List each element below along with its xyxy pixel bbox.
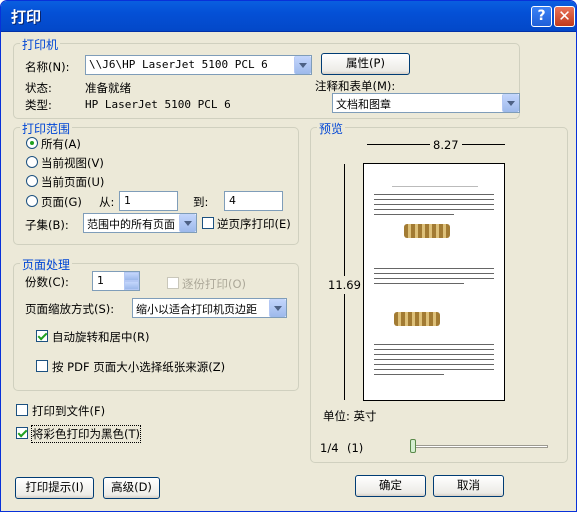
radio-all[interactable] [26,137,38,149]
subset-label: 子集(B): [25,218,69,232]
to-input[interactable]: 4 [224,191,283,211]
print-tips-button[interactable]: 打印提示(I) [15,477,94,499]
comments-select[interactable]: 文档和图章 [332,93,520,113]
type-value: HP LaserJet 5100 PCL 6 [85,98,231,111]
status-value: 准备就绪 [85,81,131,95]
reverse-checkbox[interactable] [202,217,214,229]
copies-label: 份数(C): [25,275,69,289]
radio-all-label: 所有(A) [41,137,81,151]
properties-button[interactable]: 属性(P) [321,53,410,75]
subset-value: 范围中的所有页面 [87,218,175,231]
page-slider-thumb[interactable] [410,439,416,453]
spin-down-icon[interactable] [124,281,139,290]
scaling-select[interactable]: 缩小以适合打印机页边距 [132,298,287,318]
from-label: 从: [99,195,115,209]
advanced-button[interactable]: 高级(D) [103,477,160,499]
type-label: 类型: [25,98,52,112]
reverse-label: 逆页序打印(E) [217,217,291,231]
radio-current-page[interactable] [26,175,38,187]
spin-up-icon[interactable] [124,272,139,281]
comments-value: 文档和图章 [336,98,391,111]
scaling-value: 缩小以适合打印机页边距 [136,303,257,316]
width-dimension: 8.27 [430,138,462,152]
scaling-label: 页面缩放方式(S): [25,302,115,316]
radio-current-page-label: 当前页面(U) [41,175,105,189]
chevron-down-icon[interactable] [179,214,196,232]
page-number: (1) [347,441,364,455]
print-black-checkbox[interactable] [16,427,28,439]
page-preview [363,163,505,401]
printer-name-value: \\J6\HP LaserJet 5100 PCL 6 [89,58,268,71]
pdf-page-size-label: 按 PDF 页面大小选择纸张来源(Z) [52,360,226,374]
chevron-down-icon[interactable] [294,56,311,74]
collate-checkbox[interactable] [167,277,179,289]
to-label: 到: [193,195,209,209]
print-to-file-label: 打印到文件(F) [32,404,106,418]
print-dialog: 打印 ? ✕ 打印机 名称(N): \\J6\HP LaserJet 5100 … [0,0,577,512]
radio-current-view[interactable] [26,156,38,168]
subset-select[interactable]: 范围中的所有页面 [83,213,197,233]
height-dimension: 11.69 [328,276,361,294]
printer-name-select[interactable]: \\J6\HP LaserJet 5100 PCL 6 [85,55,312,75]
print-black-label: 将彩色打印为黑色(T) [31,425,141,443]
auto-rotate-checkbox[interactable] [36,330,48,342]
radio-current-view-label: 当前视图(V) [41,156,104,170]
preview-label: 预览 [317,120,346,137]
thread-image-1 [404,224,450,238]
pdf-page-size-checkbox[interactable] [36,360,48,372]
printer-group-label: 打印机 [20,36,61,53]
title-bar: 打印 ? ✕ [1,1,576,32]
auto-rotate-label: 自动旋转和居中(R) [52,330,150,344]
dialog-title: 打印 [11,8,42,26]
print-range-label: 打印范围 [20,120,73,137]
ok-button[interactable]: 确定 [355,475,426,497]
chevron-down-icon[interactable] [269,299,286,317]
chevron-down-icon[interactable] [502,94,519,112]
radio-pages[interactable] [26,195,38,207]
help-button[interactable]: ? [531,6,552,27]
page-slider-track[interactable] [412,445,548,448]
page-info: 1/4 [320,441,339,455]
close-button[interactable]: ✕ [554,6,575,27]
thread-image-2 [394,312,440,326]
print-to-file-checkbox[interactable] [16,404,28,416]
comments-label: 注释和表单(M): [315,79,396,93]
radio-pages-label: 页面(G) [41,195,82,209]
status-label: 状态: [25,81,52,95]
collate-label: 逐份打印(O) [182,277,247,291]
units-label: 单位: 英寸 [323,409,377,423]
from-input[interactable]: 1 [119,191,178,211]
cancel-button[interactable]: 取消 [433,475,504,497]
page-handling-label: 页面处理 [20,256,73,273]
printer-name-label: 名称(N): [25,60,70,74]
